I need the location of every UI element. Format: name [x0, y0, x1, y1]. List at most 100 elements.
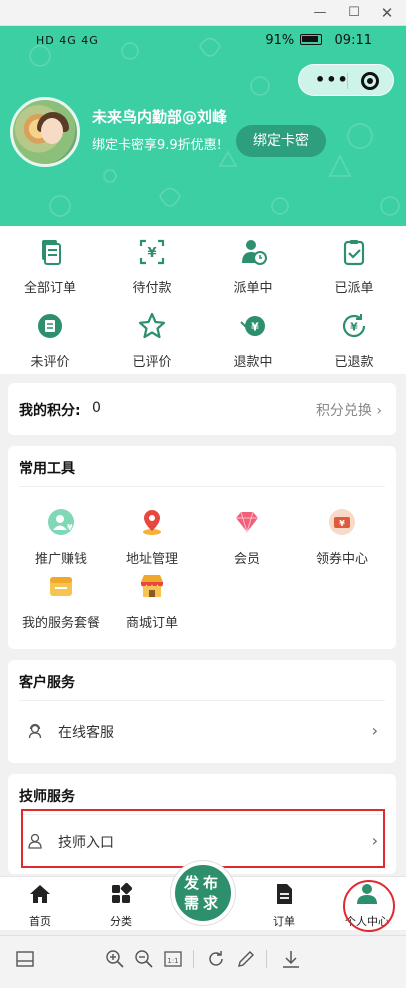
home-icon	[30, 885, 50, 903]
publish-label-bottom: 需求	[183, 894, 222, 912]
profile-header: HD 4G 4G 91% 09:11 ••• 未来鸟内勤部@刘峰 绑定卡密享9.…	[0, 26, 406, 226]
close-miniprogram-icon[interactable]	[361, 72, 379, 90]
order-label: 派单中	[233, 281, 273, 296]
more-icon[interactable]: •••	[315, 70, 349, 89]
chevron-right-icon: ›	[376, 403, 382, 419]
tool-member[interactable]: 会员	[199, 508, 295, 567]
actual-size-icon[interactable]: 1:1	[162, 948, 184, 970]
points-card[interactable]: 我的积分: 0 积分兑换 ›	[8, 383, 396, 435]
highlight-circle	[343, 880, 395, 932]
svg-text:1:1: 1:1	[167, 957, 178, 965]
order-refunding[interactable]: ¥ 退款中	[208, 311, 298, 370]
chevron-right-icon: ›	[371, 721, 378, 740]
tab-orders[interactable]: 订单	[254, 883, 314, 929]
tab-home[interactable]: 首页	[10, 883, 70, 929]
points-title: 我的积分:	[19, 403, 81, 419]
tab-label: 订单	[273, 915, 295, 928]
coupon-icon: ¥	[329, 509, 355, 535]
customer-service-title: 客户服务	[19, 675, 75, 691]
worker-clock-icon	[242, 240, 267, 265]
order-dispatching[interactable]: 派单中	[208, 237, 298, 296]
order-dispatched[interactable]: 已派单	[309, 237, 399, 296]
highlight-box	[21, 809, 385, 868]
toolbar-divider	[193, 950, 194, 968]
tab-label: 分类	[110, 915, 132, 928]
document-icon	[42, 240, 61, 265]
capsule-divider	[347, 73, 348, 89]
tool-label: 会员	[233, 552, 260, 567]
points-value: 0	[92, 400, 101, 416]
tool-service-package[interactable]: 我的服务套餐	[13, 572, 109, 631]
zoom-out-icon[interactable]	[133, 948, 155, 970]
tool-label: 我的服务套餐	[21, 616, 100, 631]
tool-promote[interactable]: ¥ 推广赚钱	[13, 508, 109, 567]
tool-label: 推广赚钱	[34, 552, 87, 567]
promo-text: 绑定卡密享9.9折优惠!	[92, 138, 222, 153]
order-doc-icon	[277, 884, 292, 904]
refund-icon: ¥	[240, 316, 265, 336]
order-unpaid[interactable]: ¥ 待付款	[107, 237, 197, 296]
svg-text:¥: ¥	[339, 519, 345, 528]
grid-icon	[112, 882, 133, 903]
tool-label: 商城订单	[125, 616, 178, 631]
technician-title: 技师服务	[19, 789, 75, 805]
location-pin-icon	[143, 510, 161, 535]
agent-icon	[28, 723, 42, 739]
edit-icon[interactable]	[235, 948, 257, 970]
username: 未来鸟内勤部@刘峰	[92, 108, 228, 126]
order-unrated[interactable]: 未评价	[5, 311, 95, 370]
battery-percent: 91%	[265, 33, 295, 48]
customer-service-card: 客户服务 在线客服 ›	[8, 660, 396, 763]
common-tools-card: 常用工具 ¥ 推广赚钱 地址管理 会员 ¥ 领券中心 我的服务套餐 商城订单	[8, 446, 396, 649]
order-label: 全部订单	[23, 281, 76, 296]
order-refunded[interactable]: ¥ 已退款	[309, 311, 399, 370]
avatar[interactable]	[10, 97, 80, 167]
online-service-row[interactable]: 在线客服 ›	[8, 708, 396, 756]
order-label: 退款中	[233, 355, 273, 370]
miniprogram-capsule: •••	[298, 64, 394, 96]
zoom-in-icon[interactable]	[104, 948, 126, 970]
star-icon	[138, 312, 166, 339]
tool-label: 领券中心	[315, 552, 368, 567]
order-label: 已退款	[334, 355, 374, 370]
package-icon	[50, 577, 72, 596]
svg-text:¥: ¥	[67, 523, 73, 532]
svg-text:¥: ¥	[147, 246, 156, 261]
order-label: 待付款	[132, 281, 172, 296]
order-rated[interactable]: 已评价	[107, 311, 197, 370]
diamond-icon	[236, 511, 258, 534]
clipboard-check-icon	[343, 240, 365, 266]
tab-category[interactable]: 分类	[91, 882, 151, 929]
tool-coupon[interactable]: ¥ 领券中心	[294, 508, 390, 567]
publish-label-top: 发布	[183, 874, 222, 892]
promote-icon: ¥	[48, 509, 74, 535]
points-exchange-label: 积分兑换	[315, 403, 372, 419]
layout-icon[interactable]	[14, 948, 36, 970]
yuan-scan-icon: ¥	[139, 239, 165, 265]
status-right: 91% 09:11	[265, 33, 372, 48]
battery-icon	[300, 34, 323, 45]
order-all[interactable]: 全部订单	[5, 237, 95, 296]
signal-indicators: HD 4G 4G	[36, 34, 99, 47]
avatar-face	[41, 118, 63, 144]
tool-shop-orders[interactable]: 商城订单	[104, 572, 200, 631]
order-label: 已评价	[132, 355, 172, 370]
rotate-icon[interactable]	[205, 948, 227, 970]
bind-card-button[interactable]: 绑定卡密	[236, 125, 326, 157]
download-icon[interactable]	[280, 948, 302, 970]
status-bar: HD 4G 4G 91% 09:11	[0, 26, 406, 56]
maximize-button[interactable]: ☐	[344, 4, 364, 22]
comment-icon	[38, 314, 62, 338]
minimize-button[interactable]: —	[310, 4, 330, 22]
tool-address[interactable]: 地址管理	[104, 508, 200, 567]
svg-text:¥: ¥	[251, 321, 259, 334]
publish-request-button[interactable]: 发布 需求	[171, 861, 235, 925]
points-exchange-link[interactable]: 积分兑换 ›	[316, 400, 382, 420]
svg-text:¥: ¥	[350, 321, 358, 334]
close-button[interactable]: ✕	[377, 4, 397, 22]
divider	[19, 700, 385, 701]
online-service-label: 在线客服	[58, 725, 114, 741]
tools-title: 常用工具	[19, 461, 75, 477]
order-label: 未评价	[30, 355, 70, 370]
viewer-toolbar: 1:1	[0, 935, 406, 988]
